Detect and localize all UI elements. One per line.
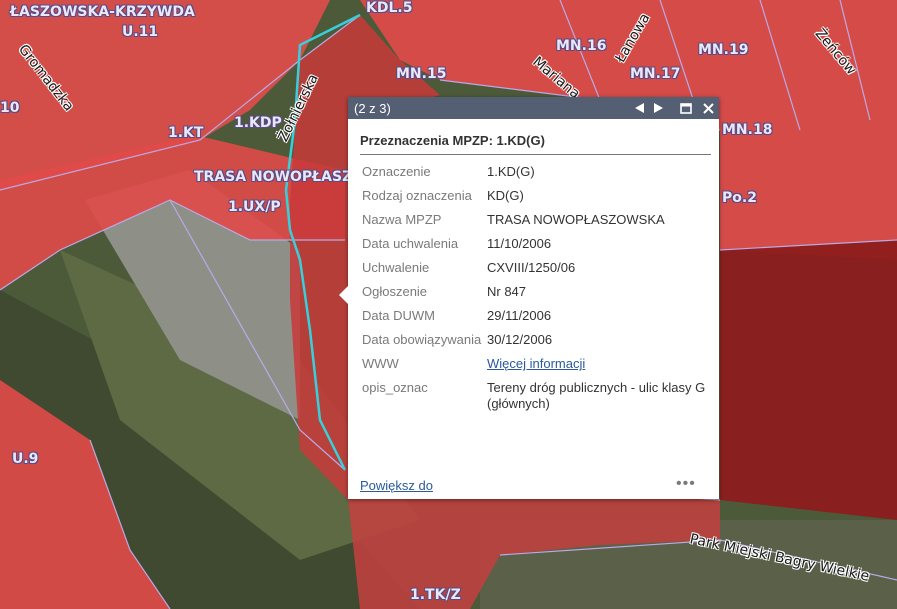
attribute-row: Nazwa MPZP TRASA NOWOPŁASZOWSKA — [362, 204, 712, 228]
attribute-value: 29/11/2006 — [487, 308, 552, 323]
popup-header: (2 z 3) — [348, 97, 719, 119]
attribute-value: 11/10/2006 — [487, 236, 552, 251]
attribute-table: Oznaczenie 1.KD(G) Rodzaj oznaczenia KD(G)… — [362, 164, 712, 412]
more-actions-button[interactable]: ••• — [676, 475, 696, 493]
feature-popup[interactable]: (2 z 3) Przeznaczenia MPZP: 1.KD(G) Ozna… — [339, 97, 719, 499]
attribute-value: Więcej informacji — [487, 348, 712, 372]
title-divider — [360, 154, 711, 155]
attribute-row: Data uchwalenia 11/10/2006 — [362, 228, 712, 252]
attribute-key: Data uchwalenia — [362, 236, 459, 251]
attribute-row: Uchwalenie CXVIII/1250/06 — [362, 252, 712, 276]
attribute-key: WWW — [362, 356, 399, 371]
attribute-key: Uchwalenie — [362, 260, 430, 275]
feature-count: (2 z 3) — [354, 101, 391, 116]
attribute-value: 1.KD(G) — [487, 164, 535, 179]
attribute-value: TRASA NOWOPŁASZOWSKA — [487, 212, 665, 227]
attribute-row: opis_oznac Tereny dróg publicznych - ulic… — [362, 372, 712, 412]
maximize-button[interactable] — [677, 97, 695, 119]
attribute-key: opis_oznac — [362, 380, 428, 395]
next-feature-button[interactable] — [650, 97, 666, 119]
attribute-key: Data DUWM — [362, 308, 435, 323]
attribute-key: Data obowiązywania — [362, 332, 482, 347]
attribute-key: Oznaczenie — [362, 164, 431, 179]
attribute-row: Oznaczenie 1.KD(G) — [362, 164, 712, 180]
ellipsis-icon: ••• — [676, 475, 696, 492]
water-bagry — [720, 240, 897, 520]
attribute-row: Data obowiązywania 30/12/2006 — [362, 324, 712, 348]
attribute-value: 30/12/2006 — [487, 332, 553, 347]
popup-pointer — [339, 285, 349, 305]
attribute-row: Data DUWM 29/11/2006 — [362, 300, 712, 324]
attribute-key: Nazwa MPZP — [362, 212, 442, 227]
attribute-row: Ogłoszenie Nr 847 — [362, 276, 712, 300]
attribute-row: Rodzaj oznaczenia KD(G) — [362, 180, 712, 204]
close-button[interactable] — [699, 97, 717, 119]
previous-feature-button[interactable] — [631, 97, 647, 119]
attribute-key: Rodzaj oznaczenia — [362, 188, 472, 203]
attribute-value: CXVIII/1250/06 — [487, 260, 576, 275]
triangle-left-icon — [634, 103, 644, 113]
close-icon — [702, 102, 714, 114]
attribute-key: Ogłoszenie — [362, 284, 428, 299]
triangle-right-icon — [653, 103, 663, 113]
maximize-icon — [680, 102, 692, 114]
attribute-row: WWW Więcej informacji — [362, 348, 712, 372]
attribute-value: Nr 847 — [487, 284, 527, 299]
popup-title: Przeznaczenia MPZP: 1.KD(G) — [360, 133, 545, 148]
more-info-link[interactable]: Więcej informacji — [487, 356, 585, 371]
attribute-value: KD(G) — [487, 188, 524, 203]
zoom-to-link[interactable]: Powiększ do — [360, 478, 433, 493]
attribute-value: Tereny dróg publicznych - ulic klasy G (… — [487, 380, 706, 411]
